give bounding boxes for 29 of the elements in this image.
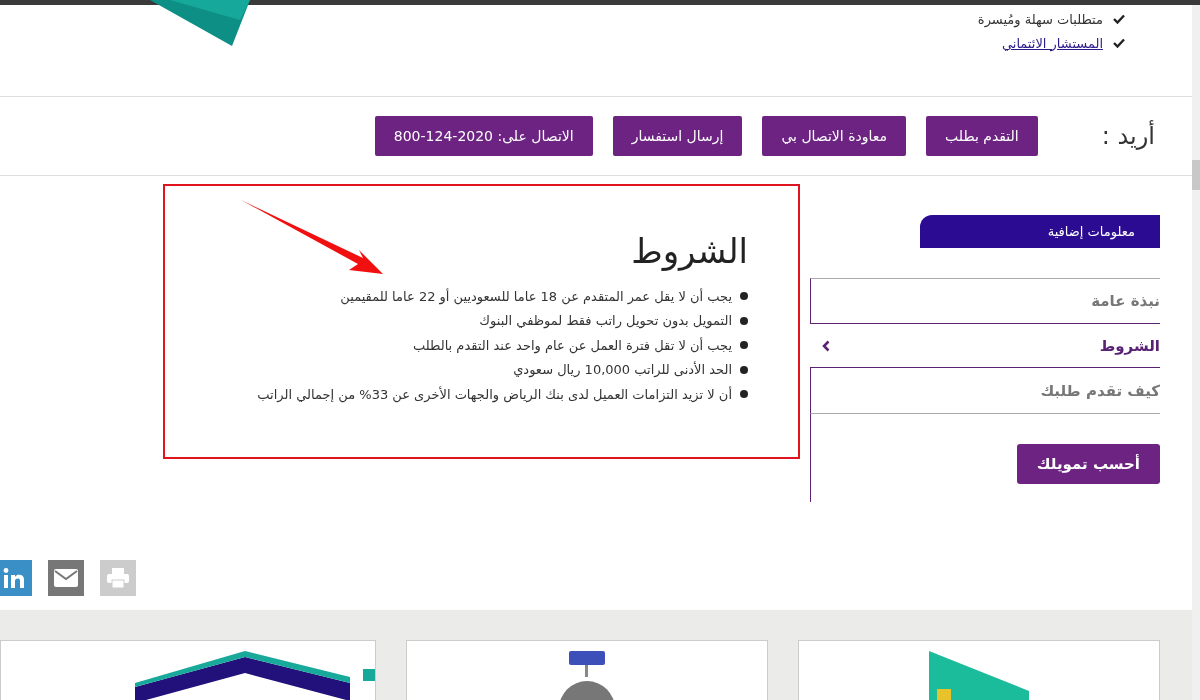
action-button[interactable]: معاودة الاتصال بي — [762, 116, 907, 156]
actions-label: أريد : — [1101, 122, 1155, 150]
feature-text: متطلبات سهلة ومُيسرة — [977, 11, 1103, 27]
action-button[interactable]: الاتصال على: 2020-124-800 — [374, 116, 593, 156]
bullet-icon — [740, 316, 748, 325]
sidebar-item[interactable]: نبذة عامة — [810, 278, 1160, 323]
bullet-icon — [740, 341, 748, 350]
calculate-button[interactable]: أحسب تمويلك — [1016, 444, 1160, 484]
section-title: الشروط — [631, 230, 748, 273]
check-icon — [1113, 38, 1125, 48]
term-text: التمويل بدون تحويل راتب فقط لموظفي البنوك — [479, 313, 732, 329]
bullet-icon — [740, 390, 748, 399]
term-text: أن لا تزيد التزامات العميل لدى بنك الرياض والجهات الأخرى عن 33% من إجمالي الراتب — [257, 386, 732, 402]
chevron-left-icon — [822, 339, 830, 352]
bullet-icon — [740, 365, 748, 374]
sidebar-item[interactable]: كيف تقدم طلبك — [810, 368, 1160, 413]
bullet-icon — [740, 292, 748, 301]
feature-link[interactable]: المستشار الائتماني — [1001, 35, 1103, 51]
sidebar-item[interactable]: الشروط — [810, 323, 1160, 368]
term-text: الحد الأدنى للراتب 10,000 ريال سعودي — [513, 362, 732, 378]
email-icon[interactable] — [48, 560, 84, 596]
check-icon — [1113, 14, 1125, 24]
action-button[interactable]: التقدم بطلب — [926, 116, 1038, 156]
scrollbar[interactable] — [1192, 5, 1200, 700]
term-text: يجب أن لا يقل عمر المتقدم عن 18 عاما للسعوديين أو 22 عاما للمقيمين — [340, 288, 732, 304]
linkedin-icon[interactable] — [0, 560, 32, 596]
sidebar-header: معلومات إضافية — [920, 215, 1160, 248]
term-text: يجب أن لا تقل فترة العمل عن عام واحد عند التقدم بالطلب — [412, 337, 732, 353]
action-button[interactable]: إرسال استفسار — [612, 116, 743, 156]
